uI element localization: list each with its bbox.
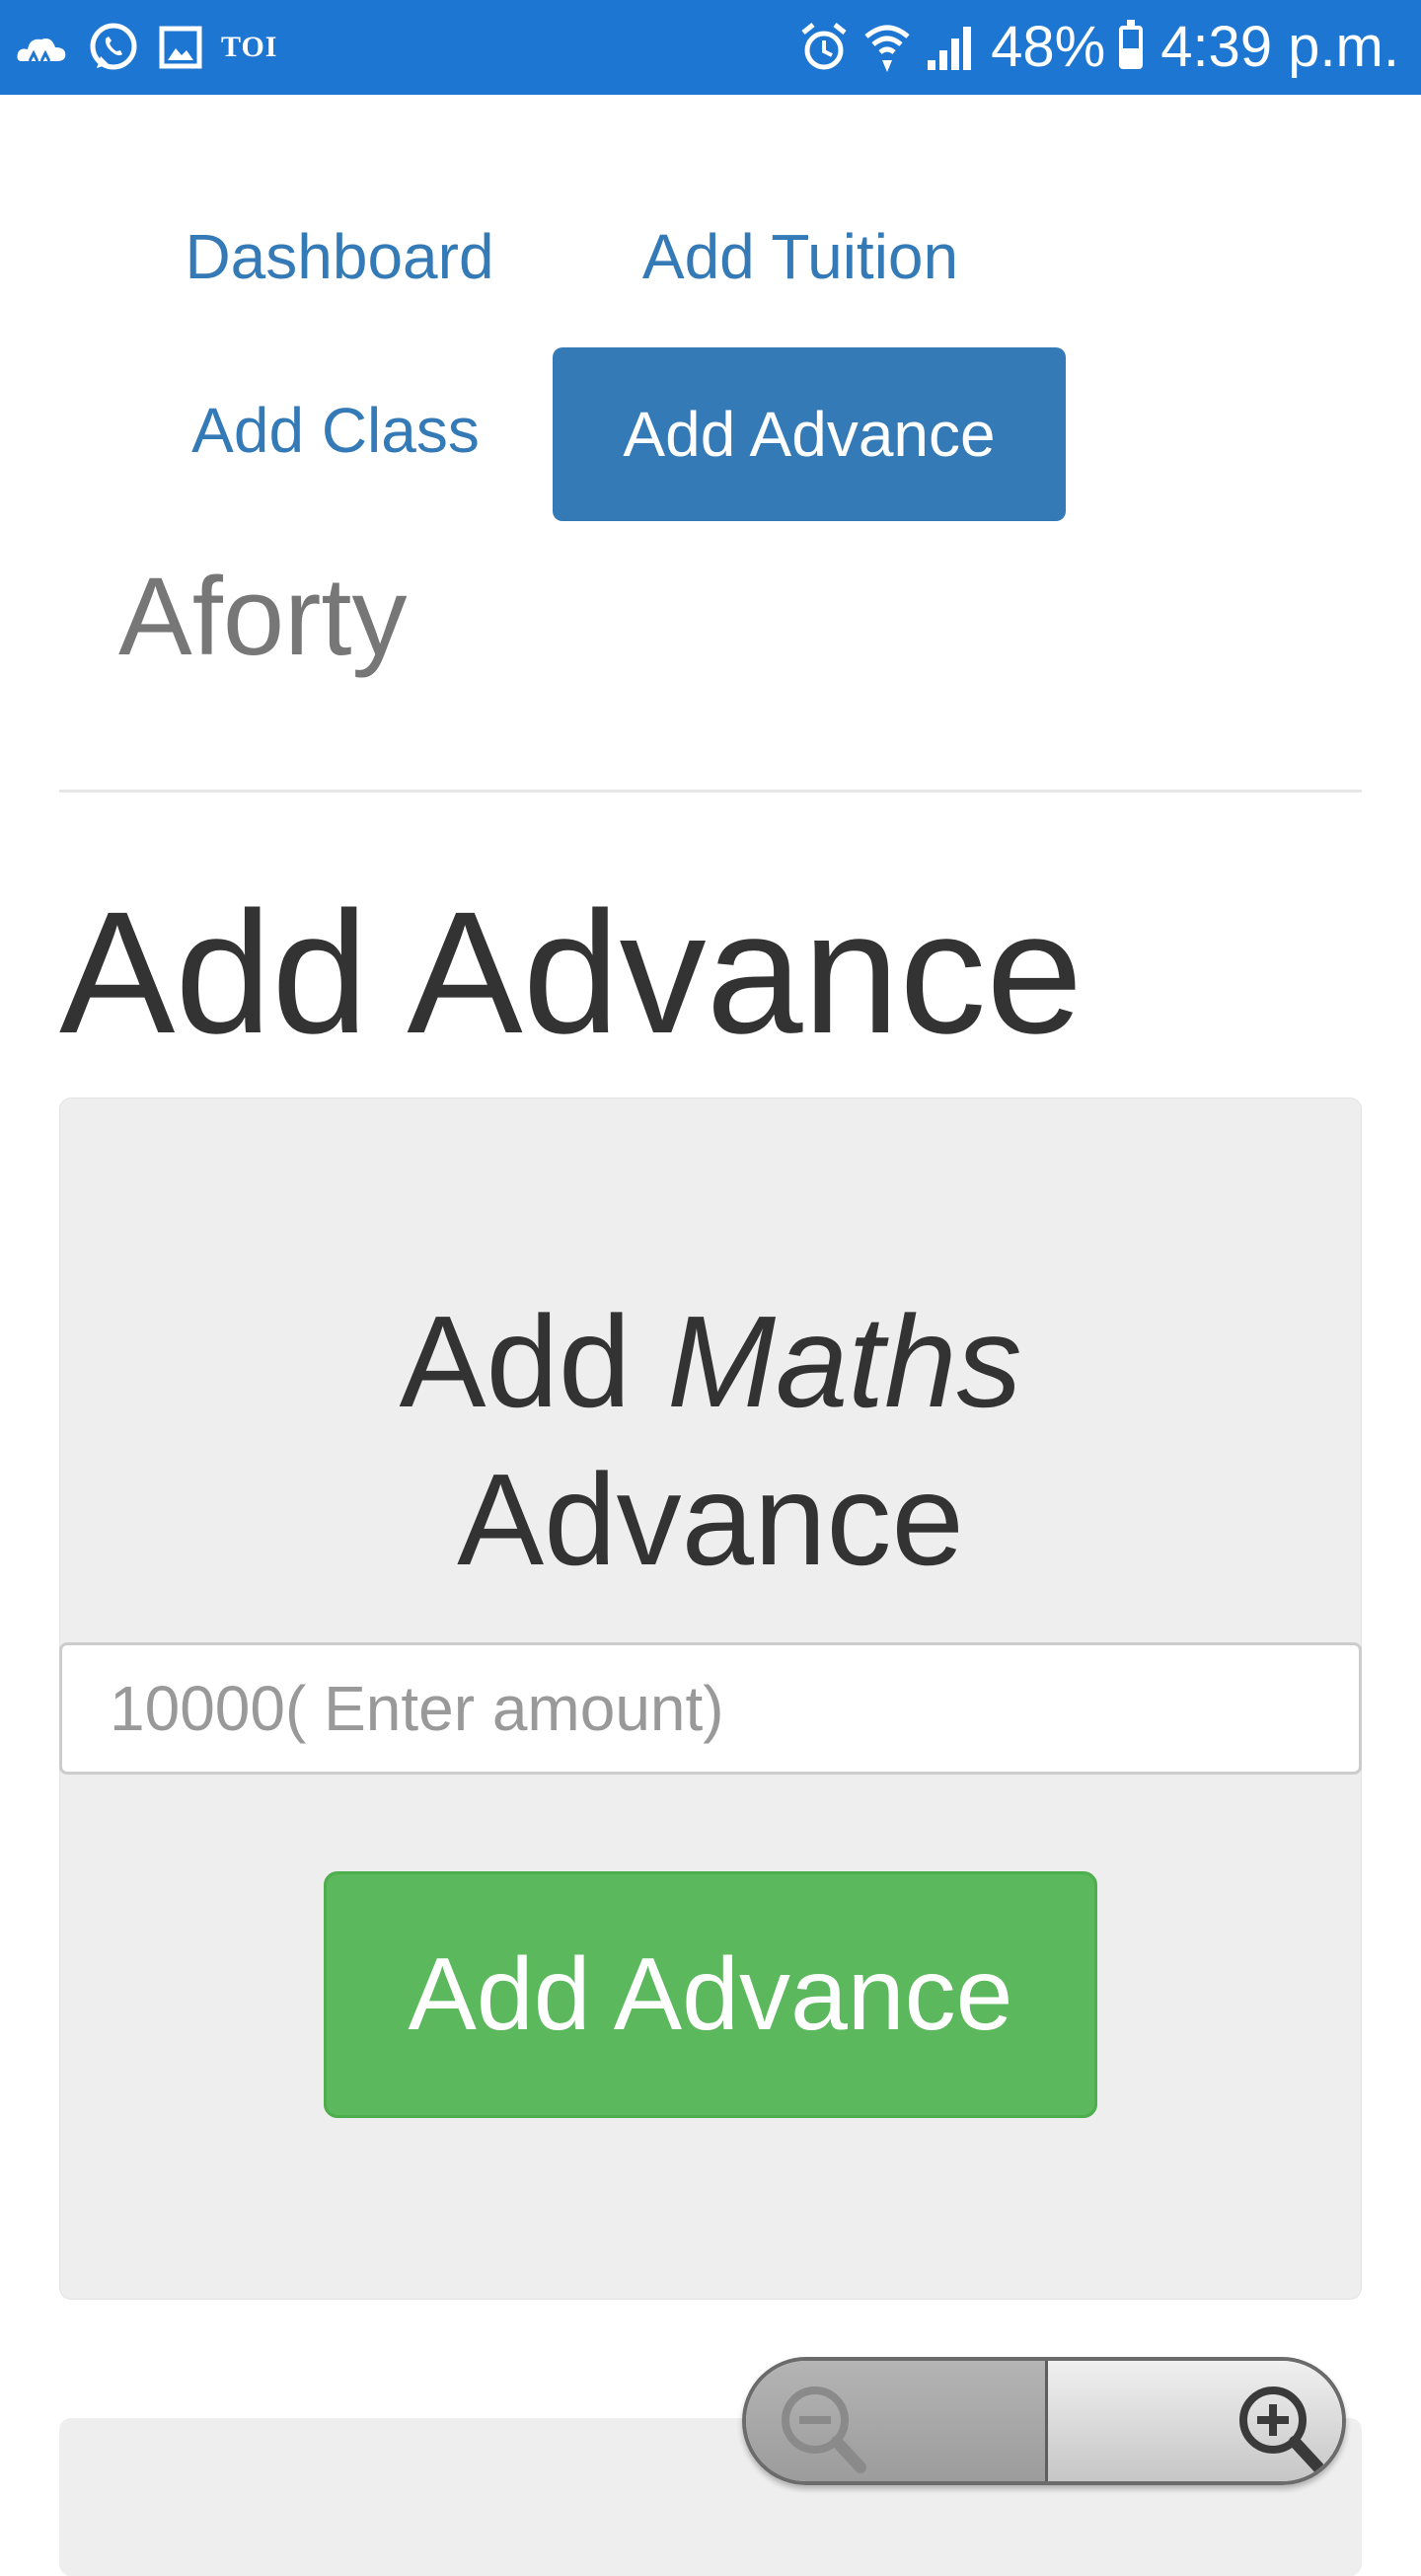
- zoom-in-button[interactable]: [1048, 2361, 1342, 2481]
- status-bar: TOI 48% 4:39 p.m.: [0, 0, 1421, 95]
- page-title: Add Advance: [59, 876, 1084, 1070]
- battery-level: [1123, 47, 1140, 65]
- add-advance-button[interactable]: Add Advance: [324, 1871, 1097, 2118]
- battery-icon: [1119, 20, 1144, 69]
- wifi-icon: [864, 25, 910, 72]
- notification-icons: TOI: [14, 20, 277, 75]
- zoom-out-button[interactable]: [746, 2361, 1048, 2481]
- nav-dashboard[interactable]: Dashboard: [158, 219, 521, 294]
- toi-label: TOI: [221, 31, 278, 63]
- nav-add-tuition[interactable]: Add Tuition: [610, 219, 991, 294]
- zoom-control: [742, 2357, 1346, 2485]
- clock: 4:39 p.m.: [1160, 15, 1399, 79]
- card-title-subject: Maths: [667, 1289, 1022, 1434]
- alarm-icon: [801, 23, 847, 70]
- header-divider: [59, 790, 1362, 793]
- gallery-icon: [159, 26, 202, 69]
- signal-icon: [928, 27, 972, 70]
- card-title: Add Maths Advance: [0, 1283, 1421, 1599]
- cloud-icon: [17, 38, 66, 62]
- amount-input[interactable]: [59, 1642, 1362, 1775]
- brand-name: Aforty: [118, 555, 408, 678]
- system-status: 48% 4:39 p.m.: [799, 16, 1399, 79]
- card-title-prefix: Add: [399, 1289, 632, 1434]
- zoom-in-icon: [1239, 2387, 1324, 2473]
- battery-percent: 48%: [991, 15, 1106, 79]
- nav-add-advance[interactable]: Add Advance: [553, 347, 1066, 521]
- card-title-suffix: Advance: [457, 1447, 964, 1592]
- whatsapp-icon: [90, 23, 137, 70]
- zoom-out-icon: [782, 2387, 866, 2473]
- nav-add-class[interactable]: Add Class: [158, 393, 513, 468]
